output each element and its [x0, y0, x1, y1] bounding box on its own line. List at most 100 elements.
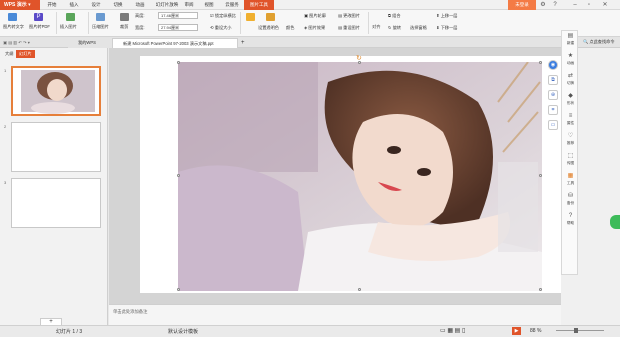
image-to-text-button[interactable]: 图片转文字	[3, 24, 24, 29]
panel-backup[interactable]: ⛁ 备份	[562, 193, 579, 211]
panel-upload-image[interactable]: ⬚ 传图	[562, 153, 579, 171]
reset-image-button[interactable]: ▤ 重设图片	[338, 25, 360, 30]
slide-number: 1	[4, 68, 7, 73]
template-name: 默认设计模板	[168, 329, 199, 335]
wps-app-menu[interactable]: WPS 演示 ▾	[0, 0, 40, 10]
resize-handle[interactable]	[539, 174, 542, 177]
tab-slides[interactable]: 幻灯片	[16, 50, 35, 58]
resize-handle[interactable]	[539, 61, 542, 64]
zoom-slider-thumb[interactable]	[574, 328, 578, 333]
group-button[interactable]: ⧉ 组合	[388, 13, 401, 18]
menu-review[interactable]: 审阅	[182, 0, 196, 10]
width-input[interactable]: 27.94厘米	[158, 24, 198, 31]
height-input[interactable]: 17.46厘米	[158, 12, 198, 19]
crop-icon	[120, 13, 129, 21]
send-backward-label: 下移一层	[440, 25, 458, 30]
slide-thumbnail-1[interactable]	[11, 66, 101, 116]
notes-area[interactable]: 单击此处添加备注	[109, 304, 561, 325]
change-image-button[interactable]: ▤ 更改图片	[338, 13, 360, 18]
toolbox-icon: ▦	[567, 173, 574, 179]
crop-tool-icon[interactable]: ⌗	[548, 105, 558, 115]
brightness-icon[interactable]	[246, 13, 255, 21]
align-button[interactable]: 对齐	[372, 24, 380, 29]
resize-handle[interactable]	[358, 288, 361, 291]
panel-new[interactable]: ▤ 新建	[562, 33, 579, 51]
send-backward-button[interactable]: ⬇ 下移一层	[436, 25, 457, 30]
menu-view[interactable]: 视图	[202, 0, 216, 10]
menu-animations[interactable]: 动画	[132, 0, 148, 10]
tab-outline[interactable]: 大纲	[2, 50, 16, 58]
slide-counter: 幻灯片 1 / 3	[56, 329, 83, 335]
compress-image-button[interactable]: 压缩图片	[92, 24, 109, 29]
floating-assistant-icon[interactable]	[610, 215, 620, 229]
image-to-pdf-button[interactable]: 图片转PDF	[29, 24, 50, 29]
new-tab-button[interactable]: +	[238, 38, 248, 48]
selection-pane-button[interactable]: 选择窗格	[410, 25, 427, 30]
help-icon[interactable]: ?	[550, 0, 560, 10]
frame-icon[interactable]: ▭	[548, 120, 558, 130]
quick-access-icons[interactable]: ▣ ▤ ▥ ↶ ↷ ▾	[0, 38, 68, 48]
panel-shape[interactable]: ◆ 形状	[562, 93, 579, 111]
bring-forward-button[interactable]: ⬆ 上移一层	[436, 13, 457, 18]
menu-cloud[interactable]: 云服务	[222, 0, 242, 10]
zoom-slider[interactable]	[556, 330, 604, 331]
status-bar	[0, 325, 620, 337]
menu-home[interactable]: 开始	[44, 0, 60, 10]
menu-transitions[interactable]: 切换	[110, 0, 126, 10]
right-task-panel: ▤ 新建 ★ 动画 ⇄ 切换 ◆ 形状 ≡ 属性 ♡ 推荐 ⬚ 传图 ▦ 工具 ⛁ 备份 ? 帮助	[561, 30, 578, 275]
upload-image-icon: ⬚	[567, 153, 574, 159]
command-search[interactable]: 🔍 点此查找命令	[583, 39, 615, 45]
panel-animation[interactable]: ★ 动画	[562, 53, 579, 71]
panel-properties[interactable]: ≡ 属性	[562, 113, 579, 131]
panel-recommend[interactable]: ♡ 推荐	[562, 133, 579, 151]
lock-ratio-checkbox[interactable]: ☑ 锁定纵横比	[210, 13, 236, 18]
tab-document[interactable]: 新建 Microsoft PowerPoint 97-2003 演示文稿.ppt	[112, 38, 238, 48]
zoom-icon[interactable]: ⊕	[548, 90, 558, 100]
resize-handle[interactable]	[177, 288, 180, 291]
reset-size-button[interactable]: ⟲ 重设大小	[210, 25, 231, 30]
menu-insert[interactable]: 插入	[66, 0, 82, 10]
ai-icon[interactable]: ◉	[548, 60, 558, 70]
resize-handle[interactable]	[539, 288, 542, 291]
insert-image-button[interactable]: 插入图片	[60, 24, 77, 29]
pdf-icon: P	[34, 13, 43, 21]
resize-handle[interactable]	[177, 174, 180, 177]
menu-picture-tools[interactable]: 图片工具	[244, 0, 274, 10]
ribbon-separator	[240, 12, 241, 34]
image-effect-button[interactable]: ◈ 图片效果	[304, 25, 325, 30]
menu-design[interactable]: 设计	[88, 0, 104, 10]
rotate-button[interactable]: ↻ 旋转	[388, 25, 401, 30]
tab-my-wps[interactable]: 我的WPS	[68, 38, 112, 48]
slide-thumbnail-2[interactable]	[11, 122, 101, 172]
bring-forward-label: 上移一层	[440, 13, 458, 18]
new-icon: ▤	[567, 33, 574, 39]
image-to-text-icon	[8, 13, 17, 21]
slide-thumbnail-3[interactable]	[11, 178, 101, 228]
layers-icon[interactable]: ⧉	[548, 75, 558, 85]
zoom-level: 88 %	[530, 328, 542, 334]
gear-icon[interactable]: ⚙	[538, 0, 548, 10]
slide-picture[interactable]	[178, 62, 542, 291]
resize-handle[interactable]	[177, 61, 180, 64]
panel-transition[interactable]: ⇄ 切换	[562, 73, 579, 91]
animation-icon: ★	[567, 53, 574, 59]
panel-tools[interactable]: ▦ 工具	[562, 173, 579, 191]
panel-upload-image-label: 传图	[566, 161, 575, 165]
panel-properties-label: 属性	[566, 121, 575, 125]
image-outline-button[interactable]: ▣ 图片轮廓	[304, 13, 326, 18]
panel-help[interactable]: ? 帮助	[562, 213, 579, 231]
login-button[interactable]: 未登录	[508, 0, 536, 10]
set-transparent-button[interactable]: 设置透明色	[258, 25, 279, 30]
menu-slideshow[interactable]: 幻灯片放映	[154, 0, 180, 10]
maximize-icon[interactable]: ▫	[584, 0, 594, 10]
close-icon[interactable]: ✕	[600, 0, 610, 10]
minimize-icon[interactable]: –	[570, 0, 580, 10]
floating-image-tools: ◉ ⧉ ⊕ ⌗ ▭	[546, 60, 560, 136]
view-mode-icons[interactable]: ▭ ▦ ▤ ▯	[440, 327, 465, 334]
play-slideshow-icon[interactable]: ▶	[512, 327, 521, 335]
slide-thumbnail-image	[13, 68, 99, 114]
compress-icon	[96, 13, 105, 21]
rotate-handle-icon[interactable]: ↻	[356, 54, 362, 62]
color-button[interactable]: 颜色	[286, 25, 294, 30]
crop-button[interactable]: 裁剪	[120, 24, 128, 29]
